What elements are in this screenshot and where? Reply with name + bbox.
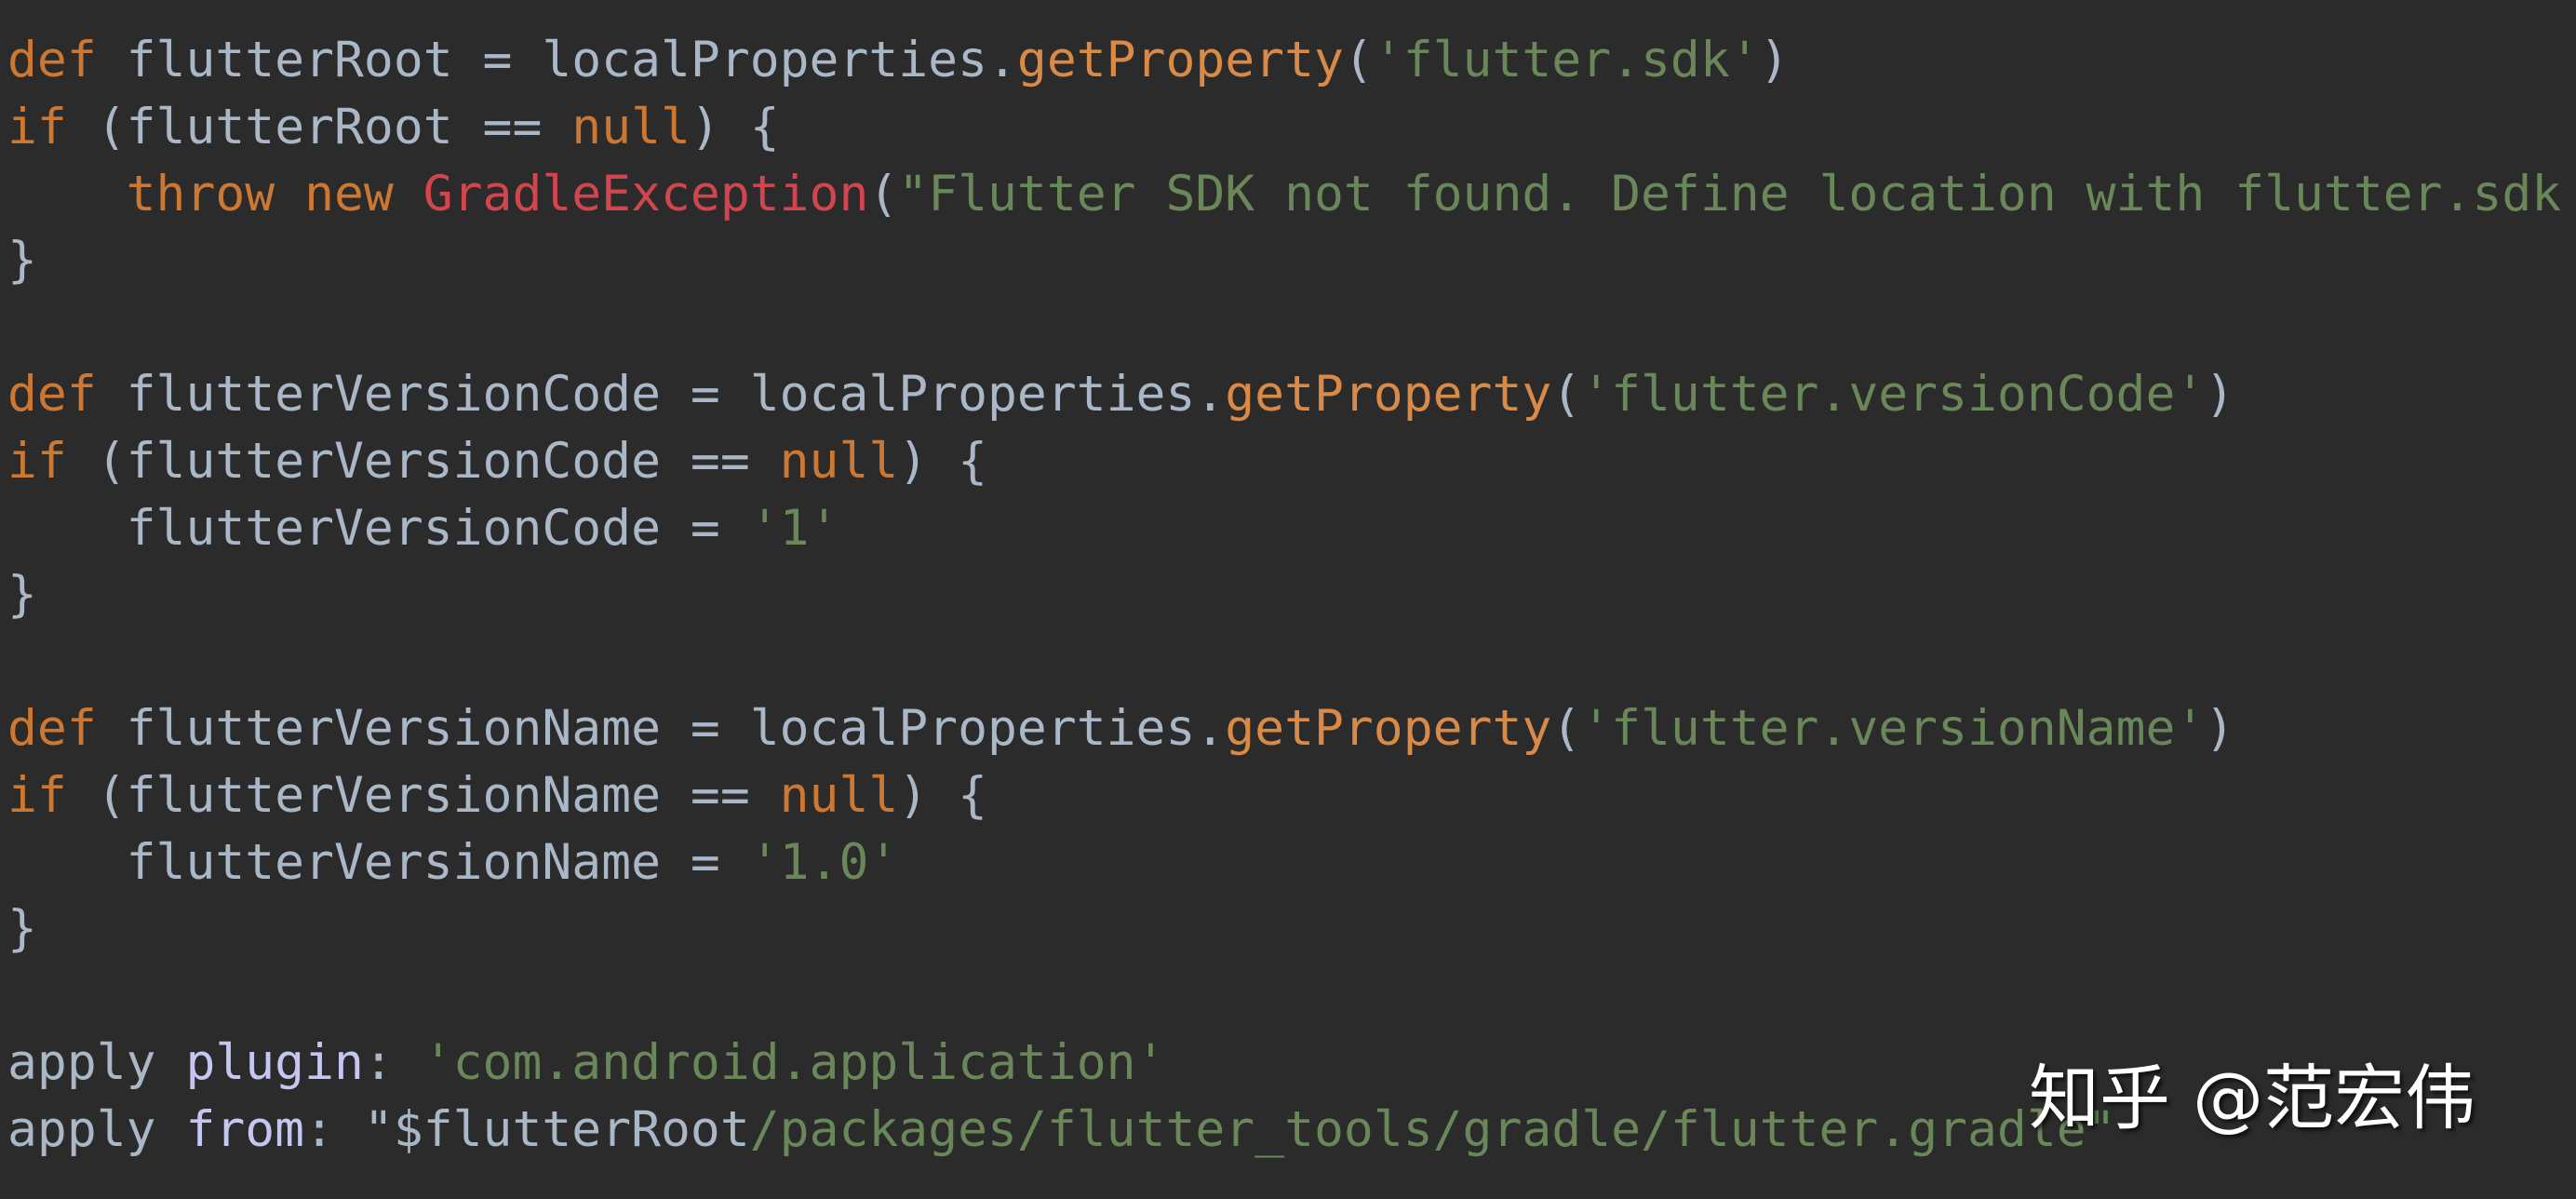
code-token-kw: if (7, 432, 67, 490)
code-token-plain: } (7, 566, 37, 624)
code-token-str: 'com.android.application' (423, 1033, 1166, 1091)
code-line[interactable]: if (flutterRoot == null) { (7, 94, 2576, 161)
code-token-kw: def (7, 699, 97, 757)
code-token-str: "Flutter SDK not found. Define location … (898, 165, 2562, 222)
code-token-kw: if (7, 98, 67, 155)
code-line[interactable]: } (7, 227, 2576, 294)
code-token-kw: if (7, 766, 67, 824)
code-token-plain: : (363, 1033, 423, 1091)
code-line[interactable] (7, 628, 2576, 695)
code-token-str: 'flutter.versionName' (1581, 699, 2206, 757)
code-line[interactable]: } (7, 561, 2576, 628)
code-editor[interactable]: def flutterRoot = localProperties.getPro… (7, 27, 2576, 1199)
code-token-plain: (flutterVersionName == (66, 766, 780, 824)
code-token-plain: ( (1551, 699, 1582, 757)
code-token-plain: flutterVersionName = (7, 833, 750, 891)
code-line[interactable]: if (flutterVersionCode == null) { (7, 428, 2576, 495)
code-token-plain: } (7, 232, 37, 290)
code-token-str: 'flutter.sdk' (1373, 32, 1760, 88)
code-token-kw: null (571, 98, 691, 155)
code-token-plain: ) { (898, 766, 988, 824)
code-token-plain: flutterVersionName = localProperties. (96, 699, 1226, 757)
code-token-plain: flutterRoot = localProperties. (96, 32, 1017, 88)
code-token-kw: null (779, 766, 899, 824)
code-line[interactable]: def flutterVersionName = localProperties… (7, 695, 2576, 762)
code-token-kw: throw new (126, 165, 423, 222)
code-token-plain: } (7, 900, 37, 958)
code-token-method: getProperty (1225, 365, 1552, 423)
code-line[interactable]: throw new GradleException("Flutter SDK n… (7, 161, 2576, 228)
code-token-plain: apply (7, 1100, 186, 1158)
code-line[interactable]: if (flutterVersionName == null) { (7, 762, 2576, 829)
code-line[interactable]: def flutterRoot = localProperties.getPro… (7, 27, 2576, 94)
code-token-str: 'flutter.versionCode' (1581, 365, 2206, 423)
code-token-plain: "$flutterRoot (363, 1100, 750, 1158)
code-token-kw: null (779, 432, 899, 490)
code-line[interactable]: } (7, 896, 2576, 963)
watermark-logo: 知乎 @范宏伟 (2029, 1057, 2476, 1139)
code-token-plain: (flutterRoot == (66, 98, 572, 155)
code-token-plain: ) (1759, 32, 1790, 88)
code-token-kw: def (7, 32, 97, 88)
code-token-str: '1.0' (749, 833, 899, 891)
code-token-method: getProperty (1016, 32, 1344, 88)
code-token-plain: ) (2205, 365, 2235, 423)
code-token-kw: def (7, 365, 97, 423)
code-token-plain: ( (1551, 365, 1582, 423)
code-token-ident: from (185, 1100, 305, 1158)
code-token-str: '1' (749, 499, 839, 557)
code-line[interactable] (7, 294, 2576, 361)
code-line[interactable]: def flutterVersionCode = localProperties… (7, 361, 2576, 428)
code-token-plain: (flutterVersionCode == (66, 432, 780, 490)
code-token-plain: : (304, 1100, 364, 1158)
code-token-method: getProperty (1225, 699, 1552, 757)
code-token-plain: apply (7, 1033, 186, 1091)
code-token-plain: ( (1343, 32, 1374, 88)
code-line[interactable]: flutterVersionCode = '1' (7, 495, 2576, 562)
code-token-plain: ) { (690, 98, 780, 155)
code-token-plain: ( (868, 165, 899, 222)
code-line[interactable] (7, 963, 2576, 1030)
code-token-plain: ) (2205, 699, 2235, 757)
code-token-class: GradleException (423, 165, 869, 222)
code-token-plain: flutterVersionCode = localProperties. (96, 365, 1226, 423)
code-token-ident: plugin (185, 1033, 364, 1091)
code-token-plain: ) { (898, 432, 988, 490)
code-token-plain: flutterVersionCode = (7, 499, 750, 557)
code-token-str: /packages/flutter_tools/gradle/flutter.g… (749, 1100, 2116, 1158)
code-line[interactable]: flutterVersionName = '1.0' (7, 829, 2576, 896)
